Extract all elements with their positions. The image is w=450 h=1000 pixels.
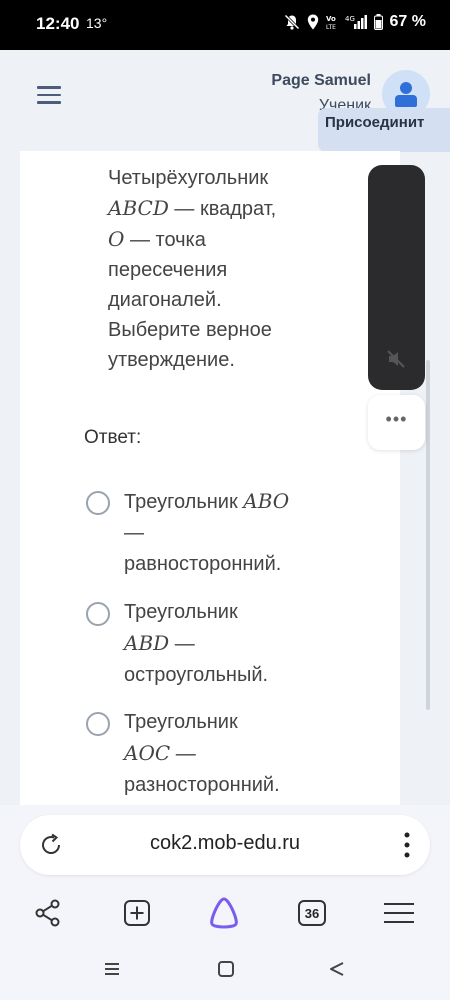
text-segment: Выберите верное	[108, 319, 272, 341]
text-segment: равносторонний.	[124, 553, 282, 575]
battery-percent: 67 %	[389, 13, 426, 30]
math-label: ABCD	[108, 196, 169, 220]
text-segment: Треугольник	[124, 601, 238, 623]
option-text: Треугольник ABD — остроугольный.	[124, 597, 344, 691]
text-line: Выберите верное	[108, 315, 328, 345]
math-label: ABD	[124, 631, 170, 655]
text-segment: остроугольный.	[124, 664, 269, 686]
system-navigation	[0, 953, 450, 993]
text-segment: Треугольник	[124, 711, 238, 733]
svg-text:4G: 4G	[345, 15, 355, 23]
scrollbar[interactable]	[426, 360, 430, 710]
kebab-menu-icon[interactable]	[404, 830, 410, 860]
text-line: Треугольник	[124, 597, 344, 628]
status-time: 12:40	[36, 14, 80, 33]
browser-nav: 36	[0, 893, 450, 938]
signal-icon: 4G	[345, 14, 367, 30]
question-text: Четырёхугольник ABCD — квадрат, O — точка п…	[108, 163, 328, 375]
assistant-icon[interactable]	[205, 893, 243, 933]
text-line: ABCD — квадрат,	[108, 193, 328, 224]
more-options-panel[interactable]: •••	[368, 395, 425, 450]
radio-button[interactable]	[86, 491, 110, 515]
svg-text:LTE: LTE	[326, 24, 336, 30]
battery-icon	[373, 14, 383, 30]
address-bar[interactable]: cok2.mob-edu.ru	[20, 815, 430, 875]
url-text[interactable]: cok2.mob-edu.ru	[20, 832, 430, 855]
new-tab-icon[interactable]	[121, 893, 153, 933]
home-icon[interactable]	[217, 961, 235, 982]
radio-button[interactable]	[86, 602, 110, 626]
location-icon	[307, 14, 319, 30]
option-text: Треугольник AOC — разносторонний.	[124, 707, 344, 801]
math-label: O	[108, 227, 125, 251]
mute-bell-icon	[283, 14, 300, 30]
text-segment: —	[169, 633, 195, 655]
math-label: ABO	[243, 489, 290, 513]
tabs-button[interactable]: 36	[296, 893, 328, 933]
recent-apps-icon[interactable]	[103, 961, 121, 982]
join-button[interactable]: Присоединит	[318, 108, 450, 152]
radio-button[interactable]	[86, 712, 110, 736]
text-line: AOC —	[124, 738, 344, 770]
media-control-panel[interactable]	[368, 165, 425, 390]
text-line: Треугольник ABO	[124, 486, 344, 518]
text-line: O — точка	[108, 224, 328, 255]
text-line: равносторонний.	[124, 549, 344, 580]
volte-icon: Vo LTE	[326, 14, 338, 30]
back-icon[interactable]	[328, 961, 346, 982]
text-segment: разносторонний.	[124, 774, 280, 796]
user-icon	[400, 82, 412, 94]
share-icon[interactable]	[32, 893, 64, 933]
status-temperature: 13°	[86, 15, 108, 31]
svg-text:Vo: Vo	[326, 15, 336, 23]
status-icons: Vo LTE 4G 67 %	[283, 13, 426, 31]
text-line: —	[124, 518, 344, 549]
question-card: Четырёхугольник ABCD — квадрат, O — точка п…	[20, 151, 400, 805]
tab-count: 36	[298, 900, 326, 926]
menu-lines-icon[interactable]	[382, 893, 416, 933]
text-line: остроугольный.	[124, 660, 344, 691]
math-label: AOC	[124, 741, 171, 765]
option-text: Треугольник ABO — равносторонний.	[124, 486, 344, 580]
menu-icon[interactable]	[37, 86, 61, 106]
text-line: Треугольник	[124, 707, 344, 738]
app-content: Page Samuel Ученик Присоединит Четырёхуг…	[0, 50, 450, 805]
text-segment: —	[170, 743, 196, 765]
text-line: пересечения	[108, 255, 328, 285]
more-dots-icon[interactable]: •••	[368, 409, 425, 430]
text-segment: пересечения	[108, 259, 228, 281]
text-segment: Четырёхугольник	[108, 167, 269, 189]
text-segment: диагоналей.	[108, 289, 222, 311]
text-segment: — квадрат,	[168, 198, 277, 220]
status-bar: 12:40 13° Vo LTE 4G 67 %	[0, 0, 450, 50]
text-segment: — точка	[124, 229, 206, 251]
text-segment: утверждение.	[108, 349, 235, 371]
text-line: диагоналей.	[108, 285, 328, 315]
browser-bar: cok2.mob-edu.ru 36	[0, 805, 450, 1000]
text-segment: —	[124, 522, 144, 544]
text-line: разносторонний.	[124, 770, 344, 801]
user-name: Page Samuel	[271, 72, 371, 89]
answer-label: Ответ:	[84, 427, 142, 448]
text-line: утверждение.	[108, 345, 328, 375]
text-segment: Треугольник	[124, 491, 244, 513]
text-line: Четырёхугольник	[108, 163, 328, 193]
speaker-muted-icon[interactable]	[385, 348, 407, 370]
text-line: ABD —	[124, 628, 344, 660]
